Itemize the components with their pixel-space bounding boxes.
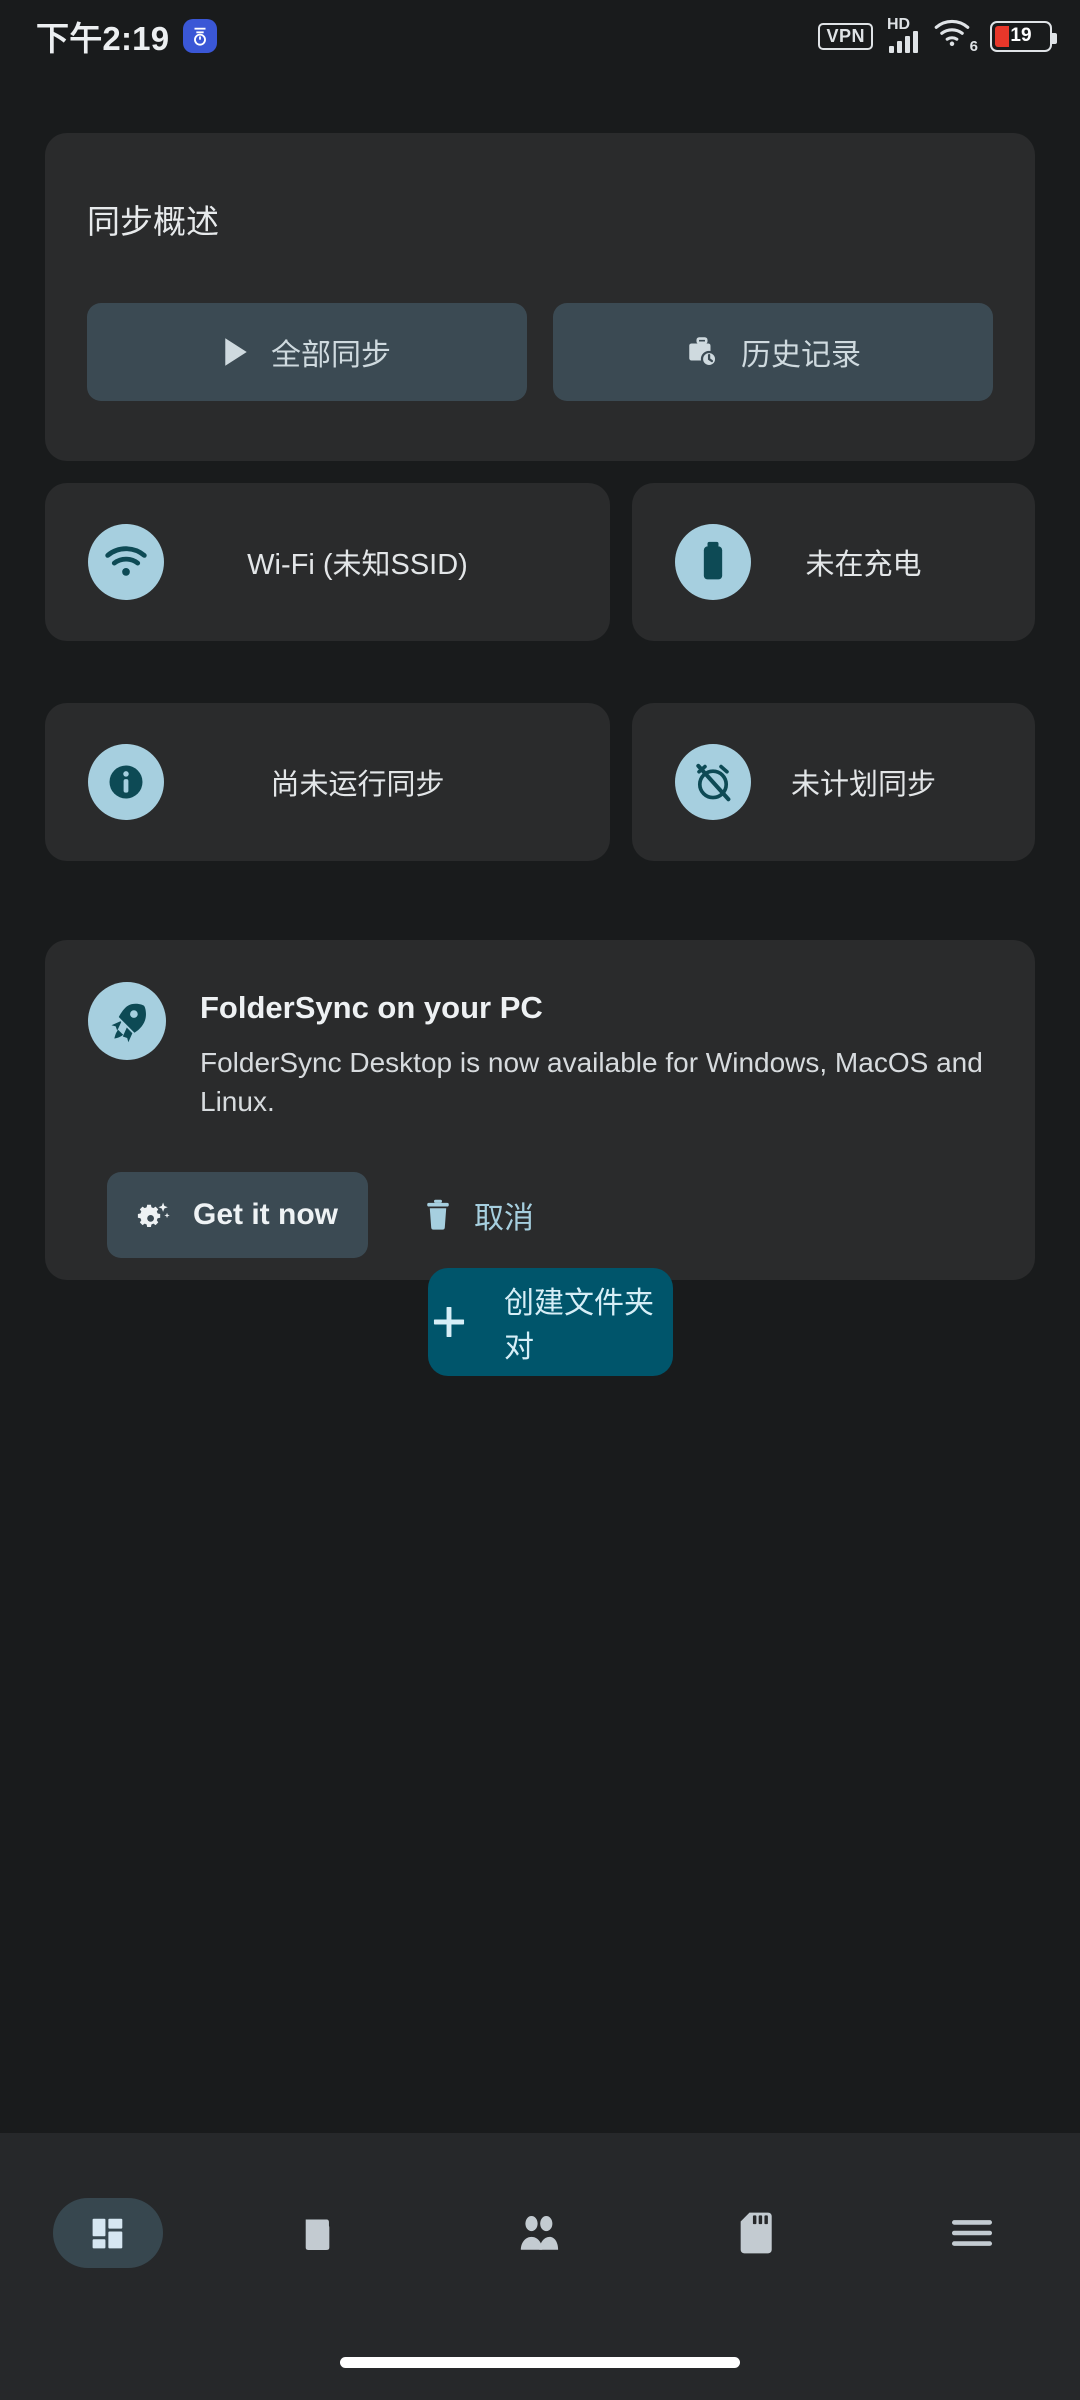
battery-status-icon: 19 (990, 20, 1057, 52)
create-folder-pair-label: 创建文件夹对 (504, 1287, 654, 1364)
sync-all-label: 全部同步 (271, 339, 391, 372)
vpn-icon: VPN (818, 22, 873, 50)
cellular-signal-icon: HD (887, 16, 918, 53)
get-it-now-label: Get it now (193, 1198, 338, 1231)
promo-actions: Get it now 取消 (107, 1172, 534, 1258)
sync-overview-card: 同步概述 全部同步 历史记录 (45, 133, 1035, 461)
status-tile-last-run[interactable]: 尚未运行同步 (45, 703, 610, 861)
history-label: 历史记录 (741, 339, 861, 372)
status-tile-charging[interactable]: 未在充电 (632, 483, 1035, 641)
people-icon (485, 2198, 595, 2268)
gear-sparkle-icon (137, 1198, 171, 1232)
overview-actions: 全部同步 历史记录 (87, 303, 993, 401)
status-bar-clock: 下午2:19 (36, 20, 170, 57)
history-button[interactable]: 历史记录 (553, 303, 993, 401)
status-tile-label: 尚未运行同步 (270, 769, 445, 801)
status-tile-label: Wi-Fi (未知SSID) (247, 549, 468, 581)
status-tile-wifi[interactable]: Wi-Fi (未知SSID) (45, 483, 610, 641)
plus-icon (428, 1301, 470, 1343)
status-bar-right: VPN HD 6 19 (818, 16, 1057, 55)
sdcard-icon (701, 2198, 811, 2268)
promo-card: FolderSync on your PC FolderSync Desktop… (45, 940, 1035, 1280)
sync-all-button[interactable]: 全部同步 (87, 303, 527, 401)
get-it-now-button[interactable]: Get it now (107, 1172, 368, 1258)
rocket-icon (88, 982, 166, 1060)
nav-item-dashboard[interactable] (0, 2133, 216, 2333)
nav-item-accounts[interactable] (432, 2133, 648, 2333)
promo-title: FolderSync on your PC (200, 990, 543, 1025)
hamburger-icon (917, 2198, 1027, 2268)
dashboard-icon (53, 2198, 163, 2268)
briefcase-clock-icon (685, 335, 719, 369)
promo-body: FolderSync Desktop is now available for … (200, 1047, 983, 1117)
folder-icon (269, 2198, 379, 2268)
battery-level-label: 19 (1010, 25, 1032, 46)
timer-badge-icon (183, 19, 218, 53)
nav-item-storage[interactable] (648, 2133, 864, 2333)
gesture-home-indicator[interactable] (340, 2357, 740, 2368)
wifi-generation-label: 6 (969, 38, 978, 55)
bottom-nav-items (0, 2133, 1080, 2333)
nav-item-more[interactable] (864, 2133, 1080, 2333)
trash-icon (424, 1198, 452, 1232)
bottom-navigation-bar (0, 2133, 1080, 2400)
status-bar-left: 下午2:19 (36, 12, 218, 60)
dismiss-promo-label: 取消 (474, 1202, 534, 1235)
play-icon (223, 337, 249, 367)
status-bar: 下午2:19 VPN HD 6 19 (0, 0, 1080, 72)
signal-bars-icon (889, 31, 918, 53)
page-title: 同步概述 (87, 203, 219, 240)
create-folder-pair-fab[interactable]: 创建文件夹对 (428, 1268, 673, 1376)
status-tile-label: 未在充电 (805, 549, 922, 581)
wifi-status-icon: 6 (934, 19, 978, 55)
status-tile-label: 未计划同步 (790, 769, 936, 801)
hd-label: HD (887, 16, 911, 33)
dismiss-promo-button[interactable]: 取消 (424, 1193, 534, 1237)
status-tile-schedule[interactable]: 未计划同步 (632, 703, 1035, 861)
nav-item-folder-pairs[interactable] (216, 2133, 432, 2333)
